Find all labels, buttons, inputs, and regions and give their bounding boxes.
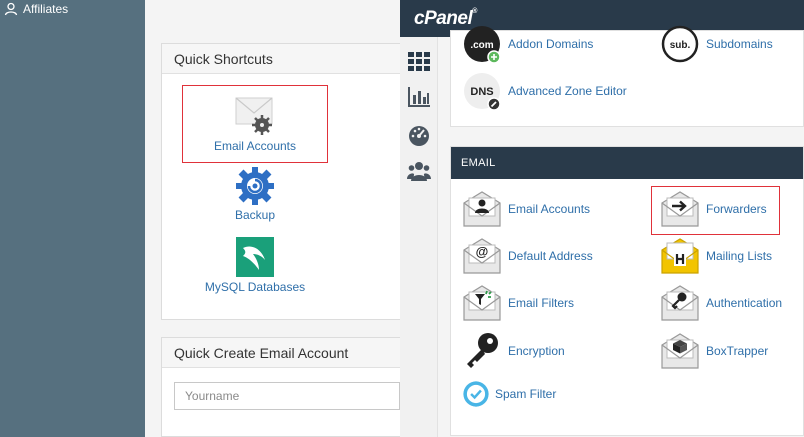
feature-label: Encryption xyxy=(508,344,565,358)
email-name-input[interactable] xyxy=(174,382,400,410)
authentication-icon xyxy=(661,285,699,321)
backup-gear-icon xyxy=(236,167,274,205)
dns-icon: DNS xyxy=(464,73,501,111)
feature-label: Forwarders xyxy=(706,202,767,216)
feature-boxtrapper[interactable]: BoxTrapper xyxy=(660,331,768,371)
feature-authentication[interactable]: Authentication xyxy=(660,283,782,323)
cpanel-side-rail xyxy=(400,37,438,437)
feature-label: Advanced Zone Editor xyxy=(508,84,627,98)
feature-label: Default Address xyxy=(508,249,593,263)
svg-text:sub.: sub. xyxy=(670,40,691,51)
dashboard-icon[interactable] xyxy=(407,123,431,147)
svg-text:DNS: DNS xyxy=(470,86,493,98)
encryption-key-icon xyxy=(467,333,498,368)
spam-filter-icon xyxy=(463,381,489,407)
grid-icon[interactable] xyxy=(407,49,431,73)
sidebar-item-affiliates[interactable]: Affiliates xyxy=(4,0,68,18)
stats-icon[interactable] xyxy=(407,85,431,109)
feature-subdomains[interactable]: sub. Subdomains xyxy=(660,24,773,64)
feature-label: BoxTrapper xyxy=(706,344,769,358)
shortcut-label: MySQL Databases xyxy=(204,280,306,294)
feature-label: Subdomains xyxy=(706,37,773,51)
feature-label: Spam Filter xyxy=(495,387,557,401)
forwarders-icon xyxy=(661,191,699,227)
feature-mailing-lists[interactable]: Mailing Lists xyxy=(660,236,772,276)
feature-spam-filter[interactable]: Spam Filter xyxy=(462,380,556,408)
feature-label: Authentication xyxy=(706,296,783,310)
shortcut-email-accounts[interactable]: Email Accounts xyxy=(180,95,330,153)
feature-label: Mailing Lists xyxy=(706,249,773,263)
user-icon xyxy=(4,2,18,16)
feature-encryption[interactable]: Encryption xyxy=(462,331,565,371)
feature-default-address[interactable]: @ Default Address xyxy=(462,236,593,276)
mailing-lists-icon xyxy=(661,238,699,274)
quick-create-title: Quick Create Email Account xyxy=(162,338,410,368)
email-accounts-icon xyxy=(463,191,501,227)
mysql-dolphin-icon xyxy=(236,237,274,277)
users-icon[interactable] xyxy=(407,159,431,183)
feature-email-accounts[interactable]: Email Accounts xyxy=(462,189,590,229)
svg-text:.com: .com xyxy=(470,40,493,51)
email-filters-icon xyxy=(463,285,501,321)
feature-addon-domains[interactable]: .com Addon Domains xyxy=(462,24,593,64)
feature-forwarders[interactable]: Forwarders xyxy=(660,189,767,229)
sidebar-item-label: Affiliates xyxy=(23,2,69,16)
svg-text:@: @ xyxy=(476,244,489,259)
quick-shortcuts-title: Quick Shortcuts xyxy=(162,44,410,74)
feature-label: Email Filters xyxy=(508,296,575,310)
sub-icon: sub. xyxy=(661,25,699,63)
feature-label: Addon Domains xyxy=(508,37,594,51)
dotcom-icon: .com xyxy=(464,26,501,64)
shortcut-label: Backup xyxy=(234,208,276,222)
shortcut-backup[interactable]: Backup xyxy=(180,166,330,222)
mail-gear-icon xyxy=(235,97,273,135)
shortcut-mysql-databases[interactable]: MySQL Databases xyxy=(180,236,330,294)
feature-email-filters[interactable]: Email Filters xyxy=(462,283,574,323)
default-address-icon: @ xyxy=(463,238,501,274)
email-section-title: EMAIL xyxy=(451,147,803,179)
boxtrapper-icon xyxy=(661,333,699,369)
feature-advanced-zone-editor[interactable]: DNS Advanced Zone Editor xyxy=(462,71,627,111)
feature-label: Email Accounts xyxy=(508,202,591,216)
shortcut-label: Email Accounts xyxy=(213,139,297,153)
sidebar: Affiliates xyxy=(0,0,145,437)
